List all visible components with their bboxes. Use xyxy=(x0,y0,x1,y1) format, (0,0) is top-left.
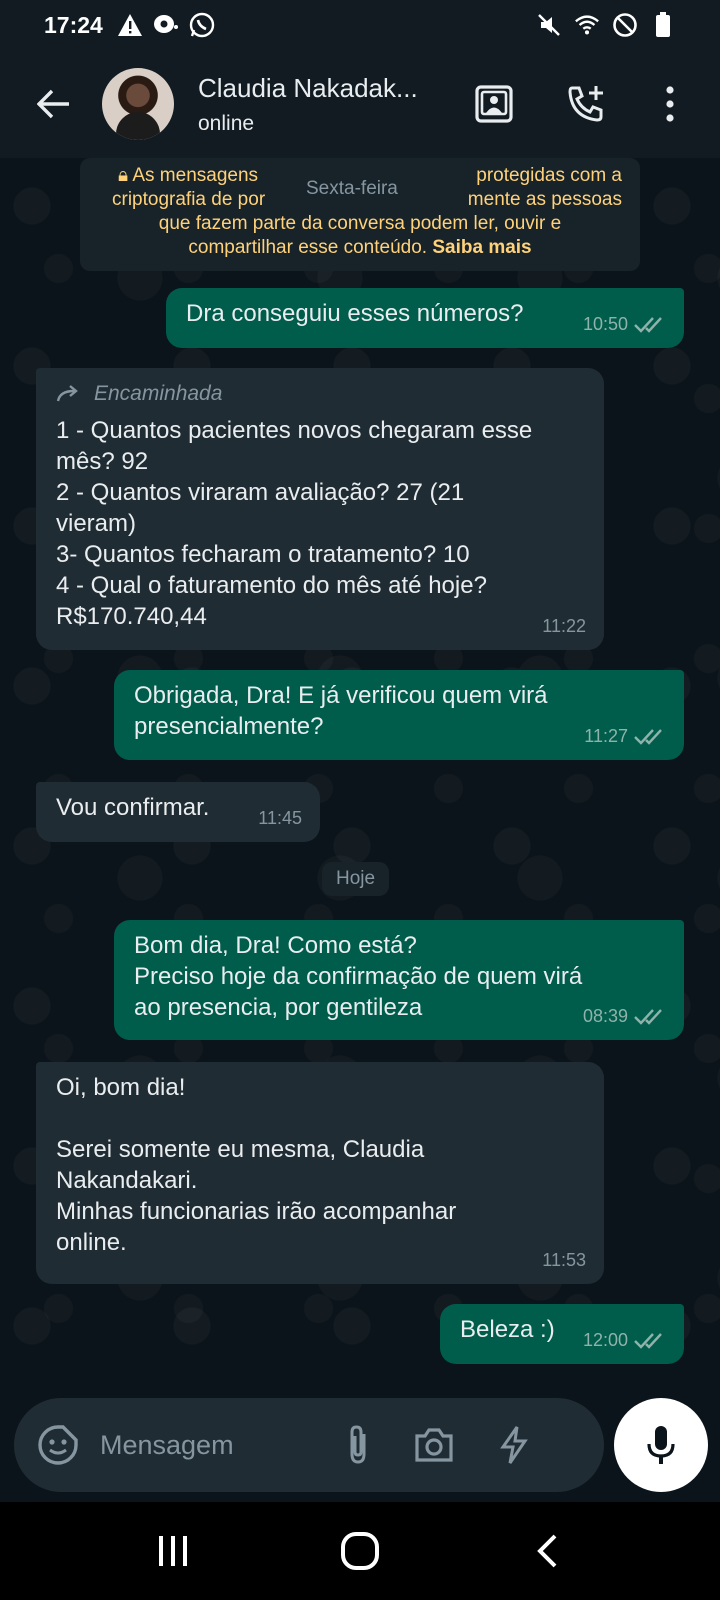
add-call-button[interactable] xyxy=(556,74,616,134)
message-outgoing[interactable]: Dra conseguiu esses números? 10:50 xyxy=(166,288,684,348)
message-time: 11:45 xyxy=(258,808,302,828)
double-check-icon xyxy=(634,316,662,333)
forwarded-label: Encaminhada xyxy=(56,378,584,409)
sticker-icon xyxy=(38,1425,78,1465)
quick-reply-button[interactable] xyxy=(486,1417,542,1473)
day-separator: Hoje xyxy=(322,862,390,896)
add-call-icon xyxy=(568,86,603,122)
attach-button[interactable] xyxy=(330,1417,386,1473)
attach-icon xyxy=(350,1425,366,1464)
home-icon xyxy=(340,1532,379,1570)
camera-button[interactable] xyxy=(406,1417,462,1473)
message-outgoing[interactable]: Bom dia, Dra! Como está? Preciso hoje da… xyxy=(114,920,684,1040)
arrow-back-icon xyxy=(37,89,69,119)
contact-avatar[interactable] xyxy=(102,68,174,140)
message-text: Oi, bom dia! Serei somente eu mesma, Cla… xyxy=(56,1074,457,1256)
message-outgoing[interactable]: Obrigada, Dra! E já verificou quem virá … xyxy=(114,670,684,760)
recents-button[interactable] xyxy=(143,1521,203,1581)
day-separator: Sexta-feira xyxy=(292,172,412,206)
message-time: 12:00 xyxy=(582,1330,628,1350)
do-not-disturb-icon xyxy=(612,12,638,38)
wifi-icon xyxy=(574,12,600,38)
camera-icon xyxy=(415,1428,453,1462)
message-incoming[interactable]: Oi, bom dia! Serei somente eu mesma, Cla… xyxy=(36,1062,604,1284)
video-call-icon xyxy=(475,85,513,123)
contact-status: online xyxy=(198,111,255,135)
message-time: 10:50 xyxy=(582,314,628,334)
double-check-icon xyxy=(634,1008,662,1025)
message-incoming[interactable]: Encaminhada 1 - Quantos pacientes novos … xyxy=(36,368,604,650)
messenger-icon xyxy=(153,12,179,38)
back-button[interactable] xyxy=(24,74,84,134)
message-time: 08:39 xyxy=(582,1006,628,1026)
message-time: 11:53 xyxy=(542,1250,586,1270)
system-back-button[interactable] xyxy=(517,1521,577,1581)
double-check-icon xyxy=(634,1332,662,1349)
message-incoming[interactable]: Vou confirmar. 11:45 xyxy=(36,782,320,842)
double-check-icon xyxy=(634,728,662,745)
lock-icon: 🔒︎ xyxy=(118,165,129,186)
message-composer xyxy=(14,1398,604,1492)
chevron-left-icon xyxy=(536,1534,557,1568)
contact-name: Claudia Nakadak... xyxy=(198,72,418,103)
sticker-button[interactable] xyxy=(34,1421,82,1469)
status-bar: 17:24 xyxy=(0,0,720,50)
status-time: 17:24 xyxy=(44,11,103,38)
contact-info[interactable]: Claudia Nakadak... online xyxy=(198,73,448,136)
chat-area[interactable]: 🔒︎ As mensagens protegidas com a criptog… xyxy=(0,158,720,1398)
learn-more-link[interactable]: Saiba mais xyxy=(432,237,531,258)
whatsapp-icon xyxy=(189,12,215,38)
message-input-bar xyxy=(0,1398,720,1502)
more-options-button[interactable] xyxy=(640,74,700,134)
quick-reply-icon xyxy=(500,1426,528,1464)
home-button[interactable] xyxy=(330,1521,390,1581)
system-navigation-bar xyxy=(0,1502,720,1600)
mic-icon xyxy=(647,1426,675,1464)
chat-header: Claudia Nakadak... online xyxy=(0,50,720,158)
forward-icon xyxy=(56,384,78,401)
more-vert-icon xyxy=(666,86,674,122)
message-outgoing[interactable]: Beleza :) 12:00 xyxy=(440,1304,684,1364)
warning-icon xyxy=(117,12,143,38)
video-call-button[interactable] xyxy=(464,74,524,134)
voice-message-button[interactable] xyxy=(614,1398,708,1492)
mute-icon xyxy=(536,12,562,38)
message-time: 11:27 xyxy=(584,726,628,746)
battery-icon xyxy=(650,12,676,38)
message-time: 11:22 xyxy=(542,616,586,636)
message-input[interactable] xyxy=(100,1429,320,1461)
message-text: 1 - Quantos pacientes novos chegaram ess… xyxy=(56,417,533,630)
recents-icon xyxy=(159,1536,188,1566)
